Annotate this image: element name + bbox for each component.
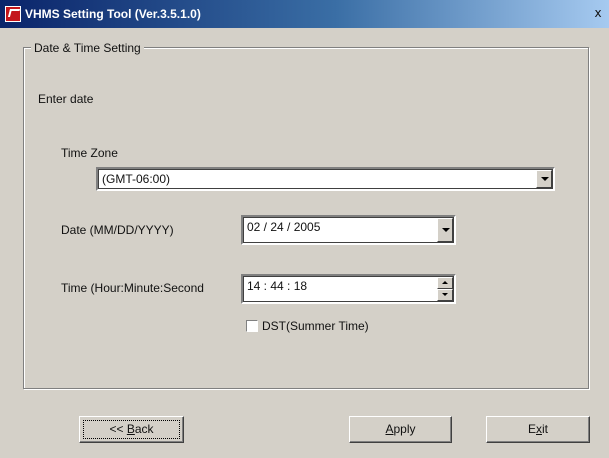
settings-window: VHMS Setting Tool (Ver.3.5.1.0) x Date &… <box>0 0 609 458</box>
exit-button-first: E <box>527 422 536 436</box>
vhms-app-icon[interactable] <box>5 6 21 22</box>
groupbox-legend: Date & Time Setting <box>31 41 144 55</box>
chevron-down-icon <box>541 177 549 181</box>
dst-label[interactable]: DST(Summer Time) <box>262 319 369 333</box>
apply-button[interactable]: Apply <box>349 416 452 443</box>
time-label: Time (Hour:Minute:Second <box>61 281 204 295</box>
apply-button-mnemonic: A <box>385 422 394 436</box>
time-zone-select[interactable]: (GMT-06:00) <box>96 167 555 191</box>
time-spinner[interactable]: 14 : 44 : 18 <box>241 274 456 304</box>
time-zone-value: (GMT-06:00) <box>102 172 171 186</box>
date-value: 02 / 24 / 2005 <box>247 220 321 234</box>
chevron-down-icon <box>442 293 448 296</box>
date-label: Date (MM/DD/YYYY) <box>61 223 174 237</box>
back-button-mnemonic: B <box>126 422 135 436</box>
chevron-down-icon <box>442 228 450 232</box>
title-bar[interactable]: VHMS Setting Tool (Ver.3.5.1.0) x <box>0 0 609 28</box>
back-button[interactable]: << Back <box>79 416 184 443</box>
close-button[interactable]: x <box>590 7 606 21</box>
chevron-up-icon <box>442 281 448 284</box>
time-zone-dropdown-button[interactable] <box>536 170 552 188</box>
instruction-text: Enter date <box>38 92 94 106</box>
exit-button-rest: it <box>542 422 548 436</box>
date-dropdown-button[interactable] <box>437 218 453 242</box>
time-value: 14 : 44 : 18 <box>247 279 308 293</box>
date-picker[interactable]: 02 / 24 / 2005 <box>241 215 456 245</box>
time-zone-label: Time Zone <box>61 146 118 160</box>
dst-checkbox[interactable] <box>246 320 258 332</box>
window-title: VHMS Setting Tool (Ver.3.5.1.0) <box>25 7 201 21</box>
exit-button[interactable]: Exit <box>486 416 590 443</box>
time-spin-buttons <box>437 277 453 301</box>
back-button-prefix: << <box>109 422 127 436</box>
spin-down-button[interactable] <box>437 289 453 301</box>
back-button-rest: ack <box>134 422 154 436</box>
spin-up-button[interactable] <box>437 277 453 289</box>
apply-button-rest: pply <box>393 422 416 436</box>
